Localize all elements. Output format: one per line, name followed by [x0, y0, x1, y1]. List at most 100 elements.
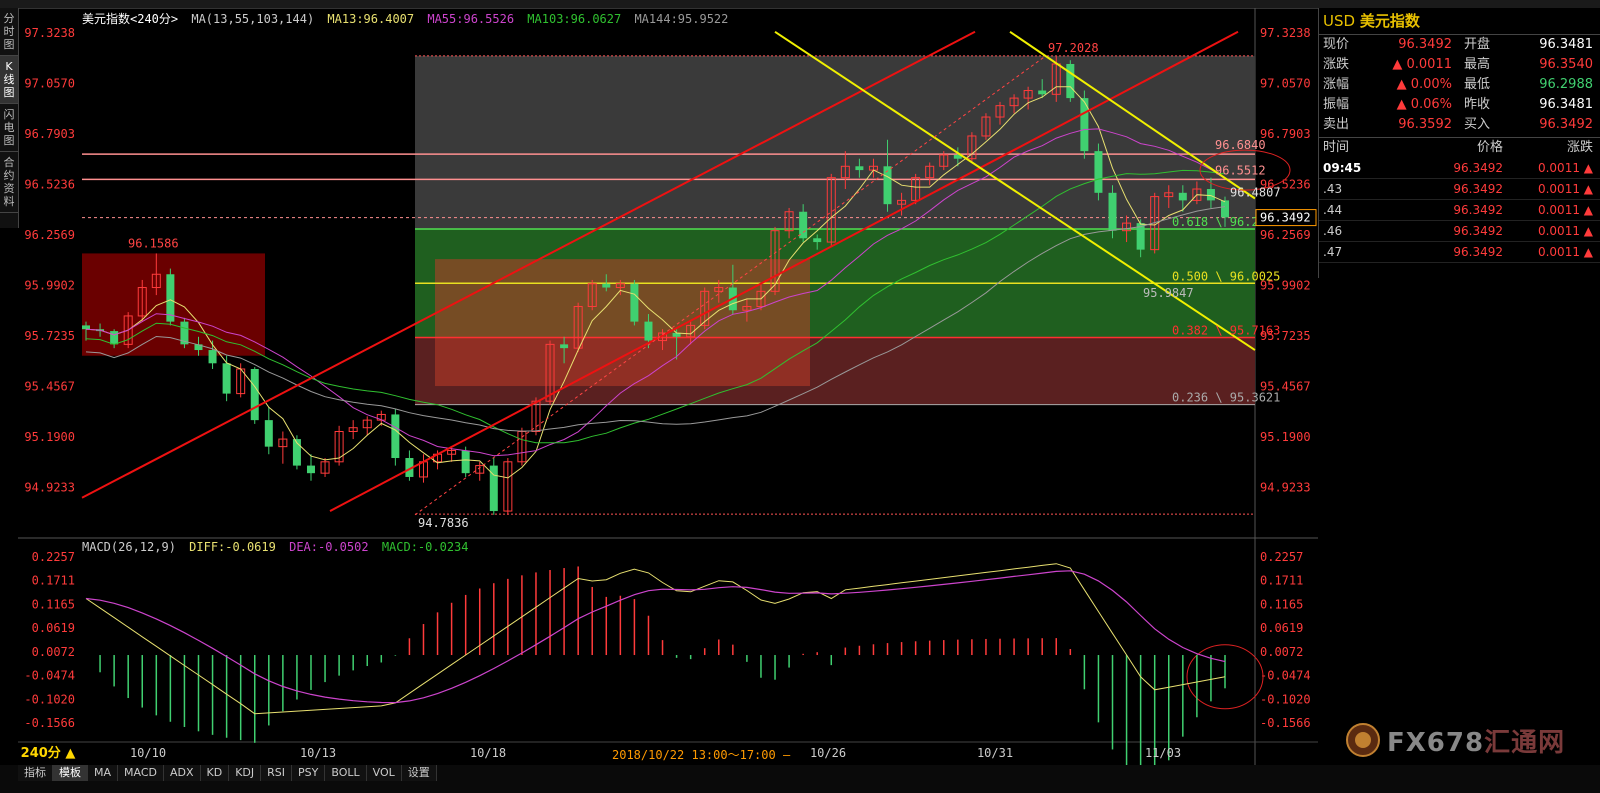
- indicator-tab[interactable]: MACD: [118, 765, 164, 781]
- candle-down: [82, 325, 90, 330]
- macd-tick-left: -0.1566: [24, 716, 75, 730]
- candle-down: [250, 368, 259, 421]
- macd-tick-left: -0.0474: [24, 669, 75, 683]
- date-label: 10/18: [470, 746, 506, 760]
- ma-label: MA(13,55,103,144): [191, 12, 315, 26]
- price-tick-right: 97.0570: [1260, 77, 1311, 91]
- macd-tick-right: 0.0072: [1260, 645, 1303, 659]
- kline-chart[interactable]: 97.3238 97.3238 97.0570 97.0570 96.7903 96.79…: [0, 0, 1318, 765]
- tick-row: .47 96.3492 0.0011 ▲: [1319, 242, 1600, 263]
- period-selector[interactable]: 240分 ▲: [18, 744, 78, 764]
- tick-row: .44 96.3492 0.0011 ▲: [1319, 200, 1600, 221]
- quote-row: 涨幅 ▲ 0.00% 最低 96.2988: [1323, 77, 1593, 92]
- quote-row: 卖出 96.3592 买入 96.3492: [1323, 117, 1593, 132]
- macd-tick-right: -0.0474: [1260, 669, 1311, 683]
- tick-table: 09:45 96.3492 0.0011 ▲ .43 96.3492 0.0011 ▲ .4…: [1319, 158, 1600, 263]
- macd-tick-right: 0.1165: [1260, 597, 1303, 611]
- price-tick-right: 96.7903: [1260, 127, 1311, 141]
- price-tick-left: 95.7235: [24, 329, 75, 343]
- watermark-text: FX678汇通网: [1387, 727, 1566, 758]
- macd-dea-line: [85, 570, 1226, 704]
- date-label: 11/03: [1145, 746, 1181, 760]
- fx678-logo-icon: [1346, 723, 1380, 757]
- indicator-tab[interactable]: KD: [200, 765, 230, 781]
- indicator-tab[interactable]: KDJ: [229, 765, 262, 781]
- label-left-high: 96.1586: [128, 236, 179, 250]
- candle-down: [264, 420, 273, 447]
- price-tick-left: 97.3238: [24, 26, 75, 40]
- price-tick-left: 94.9233: [24, 481, 75, 495]
- macd-tick-right: -0.1566: [1260, 716, 1311, 730]
- candle-down: [644, 321, 653, 341]
- macd-label: MACD(26,12,9): [82, 540, 176, 554]
- price-tick-left: 97.0570: [24, 77, 75, 91]
- quote-title: USD 美元指数: [1319, 8, 1600, 35]
- candle-down: [560, 344, 569, 349]
- price-tick-right: 94.9233: [1260, 481, 1311, 495]
- macd-tick-right: 0.2257: [1260, 550, 1303, 564]
- macd-diff-line: [85, 563, 1226, 715]
- indicator-tab[interactable]: MA: [88, 765, 119, 781]
- candle-down: [1206, 189, 1215, 201]
- quote-name: 美元指数: [1359, 12, 1420, 30]
- ma103-value: MA103:96.0627: [527, 12, 622, 26]
- price-tick-left: 95.4567: [24, 380, 75, 394]
- candle-down: [222, 363, 231, 394]
- date-label: 10/13: [300, 746, 336, 760]
- indicator-tab[interactable]: 设置: [401, 765, 437, 781]
- macd-tick-left: 0.0072: [32, 645, 75, 659]
- indicator-tab[interactable]: 指标: [18, 765, 53, 781]
- date-label: 10/31: [977, 746, 1013, 760]
- date-label: 10/10: [130, 746, 166, 760]
- candle-down: [602, 283, 611, 288]
- fx678-watermark: FX678汇通网: [1345, 720, 1565, 760]
- macd-dea: DEA:-0.0502: [289, 540, 369, 554]
- quote-panel: USD 美元指数 现价 96.3492 开盘 96.3481 涨跌 ▲ 0.0011 最高 9…: [1318, 8, 1600, 278]
- symbol-title: 美元指数<240分>: [82, 12, 179, 26]
- price-tick-right: 97.3238: [1260, 26, 1311, 40]
- price-tick-left: 95.9902: [24, 279, 75, 293]
- indicator-tab[interactable]: 模板: [53, 765, 88, 781]
- macd-tick-left: 0.2257: [32, 550, 75, 564]
- macd-legend: MACD(26,12,9) DIFF:-0.0619 DEA:-0.0502 M…: [82, 540, 475, 554]
- quote-rows: 现价 96.3492 开盘 96.3481 涨跌 ▲ 0.0011 最高 96.3540 涨幅 ▲…: [1319, 35, 1600, 135]
- indicator-tabs: 指标 模板 MA MACD ADX KD KDJ RSI PSY BOLL VOL 设置: [18, 765, 437, 781]
- label-line1: 96.6840: [1215, 138, 1266, 152]
- label-line3: 96.4807: [1230, 186, 1281, 200]
- candle-down: [1066, 63, 1075, 99]
- quote-row: 振幅 ▲ 0.06% 昨收 96.3481: [1323, 97, 1593, 112]
- macd-diff: DIFF:-0.0619: [189, 540, 276, 554]
- candle-down: [1094, 151, 1103, 193]
- price-tick-left: 96.5236: [24, 178, 75, 192]
- indicator-tab[interactable]: VOL: [366, 765, 402, 781]
- indicator-tab[interactable]: PSY: [292, 765, 326, 781]
- candle-down: [1178, 192, 1187, 201]
- ma13-value: MA13:96.4007: [327, 12, 415, 26]
- label-fib500: 0.500 \ 96.0025: [1172, 269, 1280, 283]
- macd-tick-left: 0.1165: [32, 597, 75, 611]
- quote-currency: USD: [1323, 12, 1356, 30]
- current-price-tag: 96.3492: [1260, 211, 1311, 225]
- label-high: 97.2028: [1048, 41, 1099, 55]
- price-tick-left: 95.1900: [24, 430, 75, 444]
- label-fib382: 0.382 \ 95.7163: [1172, 323, 1280, 337]
- ma-legend: 美元指数<240分> MA(13,55,103,144) MA13:96.400…: [82, 10, 734, 27]
- price-tick-left: 96.7903: [24, 127, 75, 141]
- candle-down: [883, 166, 892, 205]
- candle-down: [461, 450, 470, 474]
- macd-tick-right: -0.1020: [1260, 692, 1311, 706]
- indicator-tab[interactable]: RSI: [261, 765, 293, 781]
- tick-row: .46 96.3492 0.0011 ▲: [1319, 221, 1600, 242]
- indicator-tab[interactable]: ADX: [164, 765, 201, 781]
- candle-down: [1108, 192, 1117, 231]
- label-ma-tag: 95.9847: [1143, 286, 1194, 300]
- indicator-tab[interactable]: BOLL: [325, 765, 367, 781]
- candle-down: [813, 238, 822, 243]
- tick-row: 09:45 96.3492 0.0011 ▲: [1319, 158, 1600, 179]
- tick-row: .43 96.3492 0.0011 ▲: [1319, 179, 1600, 200]
- date-label: 10/26: [810, 746, 846, 760]
- quote-row: 现价 96.3492 开盘 96.3481: [1323, 37, 1593, 52]
- macd-tick-right: 0.0619: [1260, 621, 1303, 635]
- macd-tick-left: 0.0619: [32, 621, 75, 635]
- candle-down: [855, 166, 864, 171]
